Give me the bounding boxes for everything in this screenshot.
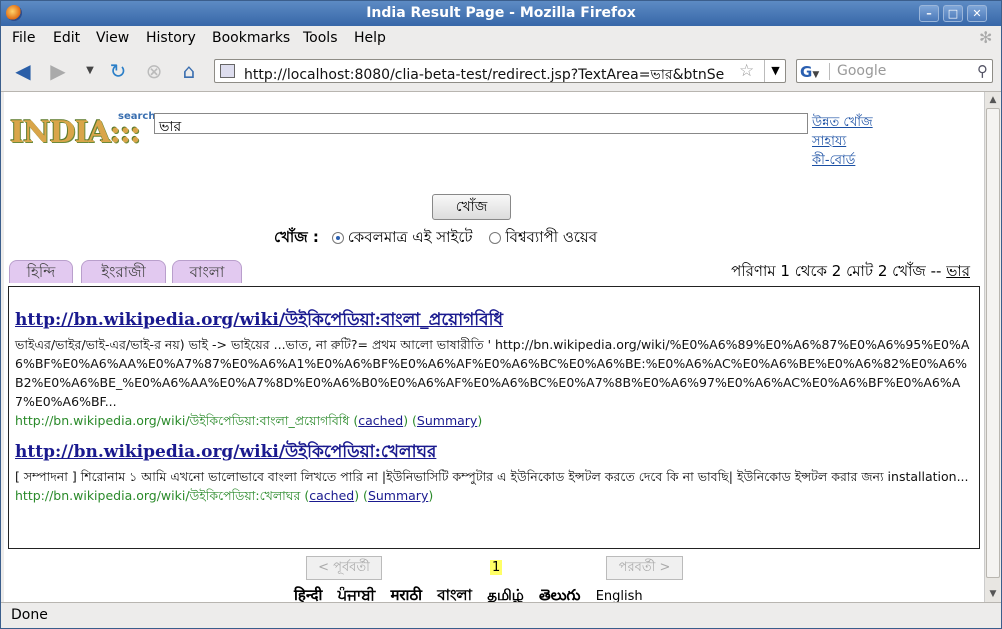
vertical-scrollbar[interactable]: ▲ ▼	[984, 92, 1000, 602]
close-button[interactable]: ✕	[967, 5, 987, 22]
maximize-button[interactable]: □	[943, 5, 963, 22]
stop-icon[interactable]: ⊗	[143, 60, 165, 82]
scroll-up-icon[interactable]: ▲	[985, 92, 1001, 108]
side-links: উন্নত খোঁজ সাহায্য কী-বোর্ড	[812, 113, 873, 170]
window-title: India Result Page - Mozilla Firefox	[366, 5, 636, 21]
advanced-search-link[interactable]: উন্নত খোঁজ	[812, 113, 873, 132]
lang-hindi-link[interactable]: हिन्दी	[294, 586, 322, 602]
reload-icon[interactable]: ↻	[107, 60, 129, 82]
help-link[interactable]: সাহায্য	[812, 132, 873, 151]
menu-history[interactable]: History	[146, 30, 196, 46]
result-term-link[interactable]: ভার	[946, 262, 970, 280]
cached-link[interactable]: cached	[358, 413, 403, 428]
result-item: http://bn.wikipedia.org/wiki/উইকিপেডিয়া…	[15, 307, 973, 430]
forward-icon[interactable]: ▶	[47, 60, 69, 82]
result-url: http://bn.wikipedia.org/wiki/উইকিপেডিয়া…	[15, 488, 301, 503]
query-input[interactable]: ভার	[154, 113, 808, 135]
menu-file[interactable]: File	[12, 30, 35, 46]
tab-hindi[interactable]: হিন্দি	[9, 260, 73, 283]
search-scope: খোঁজ : কেবলমাত্র এই সাইটে বিশ্বব্যাপী ওয…	[274, 226, 597, 251]
tab-bangla[interactable]: বাংলা	[172, 260, 242, 283]
summary-link[interactable]: Summary	[417, 413, 477, 428]
minimize-button[interactable]: –	[919, 5, 939, 22]
search-button[interactable]: খোঁজ	[432, 194, 511, 220]
search-engine-icon[interactable]: G▼	[800, 63, 830, 81]
result-url: http://bn.wikipedia.org/wiki/উইকিপেডিয়া…	[15, 413, 350, 428]
lang-english-link[interactable]: English	[596, 589, 643, 602]
menu-bar: File Edit View History Bookmarks Tools H…	[1, 26, 1001, 50]
back-icon[interactable]: ◀	[12, 60, 34, 82]
url-dropdown-icon[interactable]: ▼	[764, 60, 786, 82]
india-search-logo: INDIA::: search	[10, 109, 156, 150]
result-count-text: পরিণাম 1 থেকে 2 মোট 2 খোঁজ --	[731, 262, 942, 280]
menu-view[interactable]: View	[96, 30, 129, 46]
url-text[interactable]: http://localhost:8080/clia-beta-test/red…	[244, 63, 734, 87]
scope-site-label: কেবলমাত্র এই সাইটে	[347, 228, 473, 246]
status-bar: Done	[1, 602, 1001, 628]
summary-link[interactable]: Summary	[368, 488, 428, 503]
menu-help[interactable]: Help	[354, 30, 386, 46]
menu-tools[interactable]: Tools	[303, 30, 338, 46]
home-icon[interactable]: ⌂	[178, 60, 200, 82]
page-content: INDIA::: search ভার উন্নত খোঁজ সাহায্য ক…	[4, 92, 984, 602]
result-meta: http://bn.wikipedia.org/wiki/উইকিপেডিয়া…	[15, 413, 483, 428]
navigation-toolbar: ◀ ▶ ▼ ↻ ⊗ ⌂ http://localhost:8080/clia-b…	[1, 50, 1001, 92]
result-snippet: ভাইএর/ভাইর/ভাই-এর/ভাই-র নয়) ভাই -> ভাইয…	[15, 337, 970, 409]
title-bar: India Result Page - Mozilla Firefox – □ …	[1, 1, 1001, 26]
next-page-button[interactable]: পরবর্তী >	[606, 556, 683, 580]
scroll-down-icon[interactable]: ▼	[985, 586, 1001, 602]
current-page-number: 1	[490, 560, 503, 575]
bookmark-star-icon[interactable]: ☆	[739, 61, 754, 81]
url-bar[interactable]: http://localhost:8080/clia-beta-test/red…	[214, 59, 786, 83]
keyboard-link[interactable]: কী-বোর্ড	[812, 151, 873, 170]
tab-english[interactable]: ইংরাজী	[81, 260, 166, 283]
lang-punjabi-link[interactable]: ਪੰਜਾਬੀ	[338, 586, 376, 602]
result-title-link[interactable]: http://bn.wikipedia.org/wiki/উইকিপেডিয়া…	[15, 439, 973, 467]
lang-bangla-link[interactable]: বাংলা	[437, 586, 472, 602]
cached-link[interactable]: cached	[309, 488, 354, 503]
result-snippet: [ সম্পাদনা ] শিরোনাম ১ আমি এখনো ভালোভাবে…	[15, 469, 969, 484]
page-favicon-icon	[220, 64, 235, 78]
web-search-box[interactable]: G▼ Google ⚲	[796, 59, 993, 83]
scope-web-radio[interactable]	[489, 231, 502, 244]
results-panel: http://bn.wikipedia.org/wiki/উইকিপেডিয়া…	[8, 286, 980, 549]
browser-window: India Result Page - Mozilla Firefox – □ …	[0, 0, 1002, 629]
menu-edit[interactable]: Edit	[53, 30, 80, 46]
scope-site-radio[interactable]	[331, 231, 344, 244]
logo-tag: search	[118, 111, 156, 122]
status-text: Done	[11, 607, 48, 623]
menu-bookmarks[interactable]: Bookmarks	[212, 30, 290, 46]
lang-telugu-link[interactable]: తెలుగు	[539, 586, 580, 602]
lang-marathi-link[interactable]: मराठी	[390, 586, 422, 602]
scope-label: খোঁজ :	[274, 228, 319, 246]
search-icon[interactable]: ⚲	[977, 62, 988, 80]
language-links: हिन्दी ਪੰਜਾਬੀ मराठी বাংলা தமிழ் తెలుగు E…	[294, 584, 653, 602]
scroll-thumb[interactable]	[986, 108, 1000, 578]
result-count: পরিণাম 1 থেকে 2 মোট 2 খোঁজ -- ভার	[731, 260, 970, 285]
previous-page-button[interactable]: < পূর্ববর্তী	[306, 556, 382, 580]
result-item: http://bn.wikipedia.org/wiki/উইকিপেডিয়া…	[15, 439, 973, 505]
result-meta: http://bn.wikipedia.org/wiki/উইকিপেডিয়া…	[15, 488, 434, 503]
throbber-icon: ✻	[979, 28, 993, 47]
search-placeholder[interactable]: Google	[837, 63, 886, 79]
result-title-link[interactable]: http://bn.wikipedia.org/wiki/উইকিপেডিয়া…	[15, 307, 973, 335]
scope-web-label: বিশ্বব্যাপী ওয়েব	[505, 228, 598, 246]
lang-tamil-link[interactable]: தமிழ்	[487, 586, 524, 602]
history-dropdown-icon[interactable]: ▼	[79, 60, 101, 82]
